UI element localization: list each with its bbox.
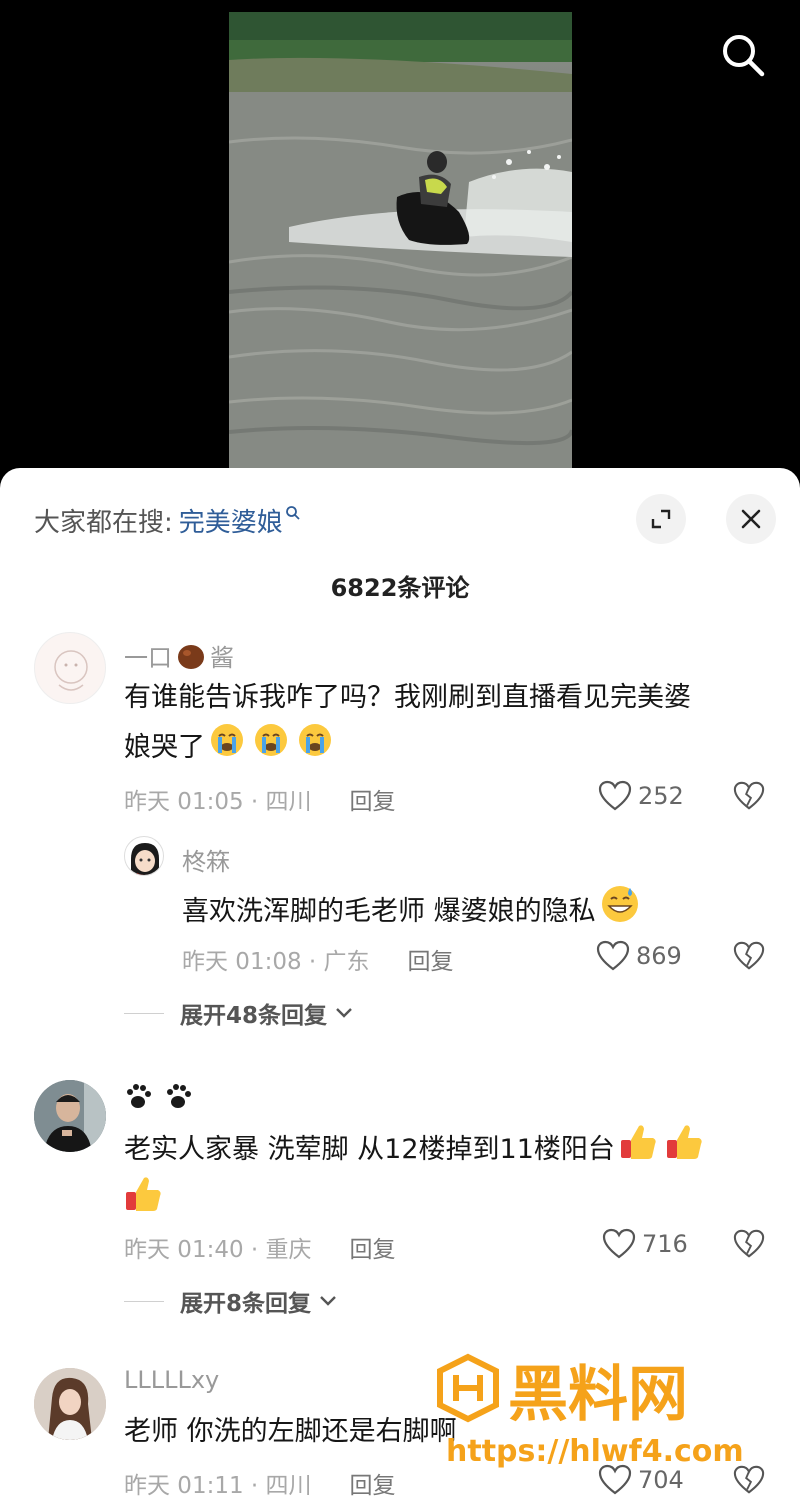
expand-icon xyxy=(651,509,671,529)
comment-meta: 昨天 01:40 · 重庆 回复 xyxy=(124,1230,396,1264)
heart-icon xyxy=(598,780,632,811)
avatar[interactable] xyxy=(34,1368,106,1440)
grinning-sweat-emoji-icon xyxy=(600,884,640,940)
heart-icon xyxy=(602,1228,636,1259)
chevron-down-icon xyxy=(336,1008,352,1018)
divider xyxy=(124,1012,164,1014)
comment-meta: 昨天 01:05 · 四川 回复 xyxy=(124,782,396,816)
reply-button[interactable]: 回复 xyxy=(350,782,396,816)
broken-heart-icon xyxy=(733,781,765,810)
trending-keyword[interactable]: 完美婆娘 xyxy=(179,502,283,539)
comment-username[interactable]: 柊箖 xyxy=(182,842,230,877)
expand-button[interactable] xyxy=(636,494,686,544)
broken-heart-icon xyxy=(733,1229,765,1258)
dislike-button[interactable] xyxy=(733,780,765,816)
comment-count: 6822条评论 xyxy=(330,574,470,602)
heart-icon xyxy=(596,940,630,971)
comment-username[interactable] xyxy=(124,1078,200,1120)
comment-meta: 昨天 01:08 · 广东 回复 xyxy=(182,942,454,976)
avatar[interactable] xyxy=(34,632,106,704)
dislike-button[interactable] xyxy=(733,1228,765,1264)
video-scene-jetski xyxy=(229,12,572,470)
like-button[interactable]: 716 xyxy=(602,1228,688,1260)
like-button[interactable]: 869 xyxy=(596,940,682,972)
avatar[interactable] xyxy=(124,836,164,876)
trending-search[interactable]: 大家都在搜: 完美婆娘 xyxy=(34,502,301,539)
search-small-icon xyxy=(285,505,301,526)
like-count: 716 xyxy=(642,1230,688,1258)
chestnut-emoji-icon xyxy=(176,641,206,671)
dislike-button[interactable] xyxy=(733,940,765,976)
thumbs-up-emoji-icon xyxy=(124,1174,164,1230)
expand-replies-button[interactable]: 展开48条回复 xyxy=(124,996,353,1030)
video-player[interactable] xyxy=(0,0,800,480)
like-count: 252 xyxy=(638,782,684,810)
comment-text: 老实人家暴 洗荤脚 从12楼掉到11楼阳台 xyxy=(124,1122,764,1226)
watermark-logo: 黑料网 https://hlwf4.com xyxy=(437,1353,744,1469)
watermark: 黑料网 https://hlwf4.com xyxy=(436,1353,766,1473)
chevron-down-icon xyxy=(320,1296,336,1306)
like-count: 869 xyxy=(636,942,682,970)
paw-prints-emoji-icon xyxy=(124,1078,200,1120)
crying-emoji-icon xyxy=(209,722,341,774)
comment-text: 有谁能告诉我咋了吗？我刚刷到直播看见完美婆 娘哭了 xyxy=(124,674,764,774)
thumbs-up-emoji-icon xyxy=(619,1122,705,1178)
svg-text:黑料网: 黑料网 xyxy=(508,1360,688,1430)
svg-text:https://hlwf4.com: https://hlwf4.com xyxy=(446,1434,744,1469)
trending-prefix: 大家都在搜: xyxy=(34,508,173,538)
comment-meta: 昨天 01:11 · 四川 回复 xyxy=(124,1466,396,1497)
comment-username[interactable]: LLLLLxy xyxy=(124,1366,219,1394)
divider xyxy=(124,1300,164,1302)
reply-button[interactable]: 回复 xyxy=(350,1466,396,1497)
video-frame[interactable] xyxy=(229,12,572,470)
comment-sheet: 大家都在搜: 完美婆娘 6822条评论 一口 酱 有谁能告诉我咋了吗？我刚刷到直… xyxy=(0,468,800,1497)
like-button[interactable]: 252 xyxy=(598,780,684,812)
reply-button[interactable]: 回复 xyxy=(408,942,454,976)
comment-text: 喜欢洗浑脚的毛老师 爆婆娘的隐私 xyxy=(182,884,742,940)
search-icon xyxy=(723,35,765,77)
broken-heart-icon xyxy=(733,941,765,970)
close-button[interactable] xyxy=(726,494,776,544)
expand-replies-button[interactable]: 展开8条回复 xyxy=(124,1284,337,1318)
comment-username[interactable]: 一口 酱 xyxy=(124,638,234,673)
avatar[interactable] xyxy=(34,1080,106,1152)
search-button[interactable] xyxy=(720,32,766,78)
reply-button[interactable]: 回复 xyxy=(350,1230,396,1264)
close-icon xyxy=(741,509,761,529)
